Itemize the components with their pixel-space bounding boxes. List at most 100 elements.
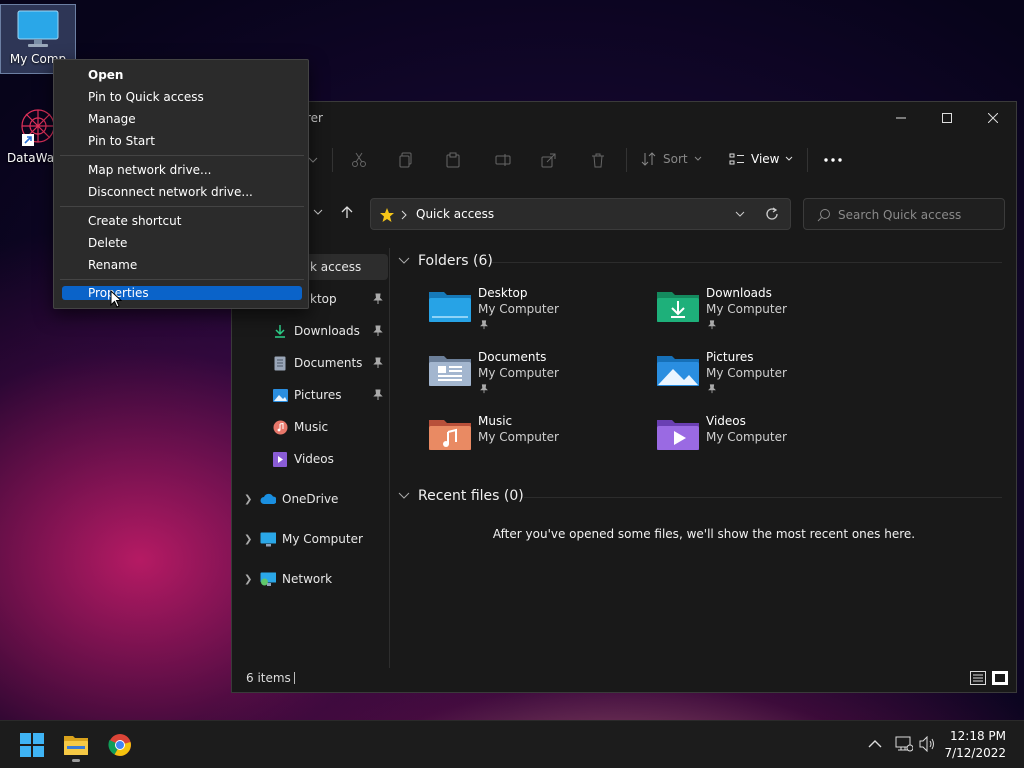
file-explorer-window: rer Sort View Quick access Search Quick …	[231, 101, 1017, 693]
nav-item-label: Documents	[294, 356, 363, 370]
toolbar-divider	[807, 148, 808, 172]
pictures-icon	[657, 356, 699, 386]
paste-icon[interactable]	[442, 150, 464, 170]
pin-icon	[373, 325, 383, 336]
recent-locations-button[interactable]	[312, 206, 328, 222]
address-history-chevron-icon[interactable]	[734, 210, 746, 220]
folders-header-label: Folders (6)	[418, 253, 493, 269]
menu-item-disconnect-network-drive[interactable]: Disconnect network drive...	[62, 181, 302, 203]
folder-tile-pictures[interactable]: Pictures My Computer	[656, 350, 876, 402]
nav-item-pictures[interactable]: Pictures	[232, 382, 390, 408]
address-bar[interactable]: Quick access	[370, 198, 791, 230]
recent-header-label: Recent files (0)	[418, 488, 524, 504]
folder-tile-downloads[interactable]: Downloads My Computer	[656, 286, 876, 338]
folder-tile-videos[interactable]: Videos My Computer	[656, 414, 876, 466]
maximize-button[interactable]	[924, 102, 970, 134]
taskbar-file-explorer[interactable]	[60, 729, 92, 762]
refresh-icon[interactable]	[765, 207, 779, 221]
navigation-pane: k access ktop Downloads Documents Pictur…	[232, 248, 390, 668]
folder-location: My Computer	[478, 366, 559, 380]
nav-item-label: Videos	[294, 452, 334, 466]
nav-item-videos[interactable]: Videos	[232, 446, 390, 472]
mouse-cursor-icon	[110, 290, 122, 308]
folder-name: Documents	[478, 350, 547, 364]
search-input[interactable]	[838, 206, 998, 224]
menu-item-pin-start[interactable]: Pin to Start	[62, 130, 302, 152]
expand-chevron-icon[interactable]: ❯	[244, 574, 252, 585]
menu-item-create-shortcut[interactable]: Create shortcut	[62, 210, 302, 232]
volume-icon[interactable]	[919, 736, 937, 752]
folder-tile-desktop[interactable]: Desktop My Computer	[428, 286, 648, 338]
folders-section-header[interactable]: Folders (6)	[398, 253, 493, 269]
folder-tile-documents[interactable]: Documents My Computer	[428, 350, 648, 402]
folder-tile-music[interactable]: Music My Computer	[428, 414, 648, 466]
system-clock[interactable]: 12:18 PM 7/12/2022	[944, 728, 1006, 762]
recent-files-section-header[interactable]: Recent files (0)	[398, 488, 524, 504]
close-button[interactable]	[970, 102, 1016, 134]
copy-icon[interactable]	[395, 150, 417, 170]
taskbar-chrome[interactable]	[104, 729, 136, 761]
status-divider	[294, 672, 295, 684]
chevron-down-icon	[313, 209, 323, 215]
menu-item-open[interactable]: Open	[62, 64, 302, 86]
show-hidden-icons-chevron-icon[interactable]	[868, 739, 882, 749]
more-options-icon	[824, 158, 842, 162]
menu-item-rename[interactable]: Rename	[62, 254, 302, 276]
status-bar: 6 items	[232, 666, 1016, 692]
share-icon[interactable]	[538, 150, 560, 170]
menu-item-manage[interactable]: Manage	[62, 108, 302, 130]
clock-date: 7/12/2022	[944, 746, 1006, 760]
rename-icon[interactable]	[492, 150, 514, 170]
nav-item-documents[interactable]: Documents	[232, 350, 390, 376]
pin-icon	[708, 320, 716, 330]
music-icon	[429, 420, 471, 450]
menu-separator	[60, 155, 304, 156]
nav-item-label: ktop	[310, 292, 337, 306]
sort-button[interactable]: Sort	[641, 152, 702, 166]
search-box[interactable]	[803, 198, 1005, 230]
document-icon	[429, 356, 471, 386]
address-location[interactable]: Quick access	[416, 207, 494, 221]
cut-icon[interactable]	[348, 150, 370, 170]
section-divider	[492, 262, 1002, 263]
start-button[interactable]	[16, 729, 48, 761]
videos-icon	[657, 420, 699, 450]
running-indicator	[72, 759, 80, 762]
menu-item-delete[interactable]: Delete	[62, 232, 302, 254]
download-icon	[657, 292, 699, 322]
music-icon	[272, 419, 288, 435]
monitor-icon	[260, 531, 276, 547]
more-options-button[interactable]	[822, 150, 844, 170]
delete-icon[interactable]	[587, 150, 609, 170]
expand-chevron-icon[interactable]: ❯	[244, 494, 252, 505]
search-icon	[817, 209, 830, 222]
pin-icon	[480, 320, 488, 330]
network-status-icon[interactable]	[895, 736, 913, 752]
pin-icon	[480, 384, 488, 394]
nav-item-network[interactable]: ❯ Network	[232, 566, 390, 592]
chrome-icon	[108, 734, 131, 756]
nav-item-label: Network	[282, 572, 333, 586]
menu-item-map-network-drive[interactable]: Map network drive...	[62, 159, 302, 181]
folder-name: Desktop	[478, 286, 528, 300]
nav-item-music[interactable]: Music	[232, 414, 390, 440]
pin-icon	[708, 384, 716, 394]
nav-item-onedrive[interactable]: ❯ OneDrive	[232, 486, 390, 512]
nav-item-downloads[interactable]: Downloads	[232, 318, 390, 344]
maximize-icon	[942, 113, 952, 123]
title-bar[interactable]: rer	[232, 102, 1016, 134]
menu-separator	[60, 206, 304, 207]
menu-item-properties[interactable]: Properties	[62, 286, 302, 300]
details-view-icon[interactable]	[970, 671, 986, 685]
cloud-icon	[260, 491, 276, 507]
tiles-view-icon[interactable]	[992, 671, 1008, 685]
view-button[interactable]: View	[729, 152, 793, 166]
expand-chevron-icon[interactable]: ❯	[244, 534, 252, 545]
menu-item-pin-quick-access[interactable]: Pin to Quick access	[62, 86, 302, 108]
nav-item-my-computer[interactable]: ❯ My Computer	[232, 526, 390, 552]
toolbar-divider	[332, 148, 333, 172]
nav-item-label: My Computer	[282, 532, 363, 546]
minimize-button[interactable]	[878, 102, 924, 134]
nav-item-label: k access	[310, 260, 362, 274]
up-button[interactable]	[340, 205, 356, 221]
